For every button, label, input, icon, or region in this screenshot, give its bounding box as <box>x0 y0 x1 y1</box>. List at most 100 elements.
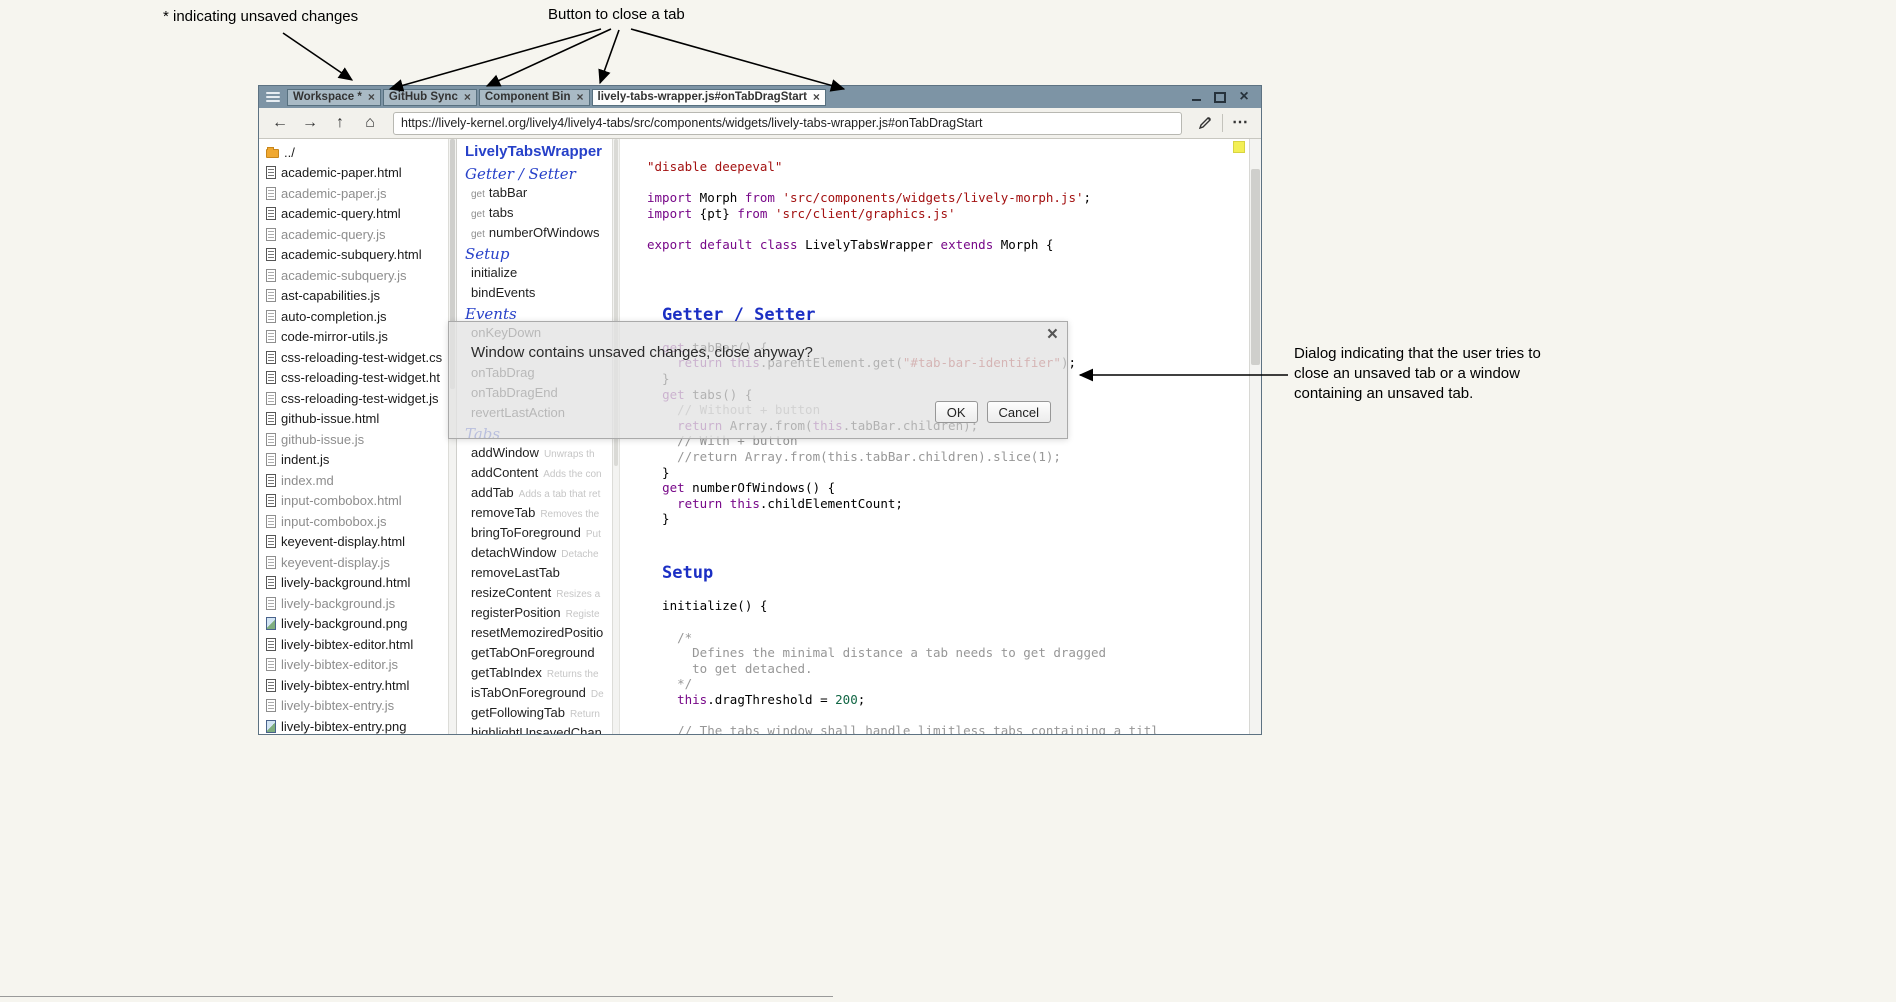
outline-method[interactable]: isTabOnForegroundDe <box>465 685 612 705</box>
file-item[interactable]: ast-capabilities.js <box>259 286 448 307</box>
file-item[interactable]: keyevent-display.html <box>259 532 448 553</box>
method-name: getTabIndex <box>471 665 542 680</box>
edit-icon[interactable] <box>1192 116 1218 130</box>
js-file-icon <box>266 187 276 200</box>
file-item[interactable]: index.md <box>259 470 448 491</box>
outline-section[interactable]: Getter / Setter <box>465 165 612 185</box>
tab-close-icon[interactable]: × <box>576 91 583 103</box>
file-item[interactable]: code-mirror-utils.js <box>259 327 448 348</box>
file-item[interactable]: ../ <box>259 142 448 163</box>
outline-method[interactable]: resizeContentResizes a <box>465 585 612 605</box>
outline-method[interactable]: resetMemoziredPositio <box>465 625 612 645</box>
js-file-icon <box>266 556 276 569</box>
js-file-icon <box>266 330 276 343</box>
outline-method[interactable]: highlightUnsavedChan <box>465 725 612 734</box>
html-file-icon <box>266 679 276 692</box>
tab-workspace[interactable]: Workspace *× <box>287 89 381 106</box>
file-item[interactable]: lively-bibtex-entry.html <box>259 675 448 696</box>
outline-method[interactable]: registerPositionRegiste <box>465 605 612 625</box>
file-item[interactable]: github-issue.js <box>259 429 448 450</box>
file-item[interactable]: css-reloading-test-widget.ht <box>259 368 448 389</box>
outline-method[interactable]: gettabs <box>465 205 612 225</box>
file-item[interactable]: css-reloading-test-widget.cs <box>259 347 448 368</box>
outline-method[interactable]: detachWindowDetache <box>465 545 612 565</box>
file-name: lively-bibtex-entry.html <box>281 678 409 693</box>
file-item[interactable]: academic-subquery.html <box>259 245 448 266</box>
file-name: code-mirror-utils.js <box>281 329 388 344</box>
file-name: lively-background.png <box>281 616 407 631</box>
outline-method[interactable]: removeLastTab <box>465 565 612 585</box>
tab-close-icon[interactable]: × <box>464 91 471 103</box>
file-item[interactable]: input-combobox.html <box>259 491 448 512</box>
file-item[interactable]: lively-background.js <box>259 593 448 614</box>
file-item[interactable]: indent.js <box>259 450 448 471</box>
outline-method[interactable]: bindEvents <box>465 285 612 305</box>
ok-button[interactable]: OK <box>935 401 978 423</box>
file-item[interactable]: lively-background.png <box>259 614 448 635</box>
tab-github-sync[interactable]: GitHub Sync× <box>383 89 477 106</box>
file-item[interactable]: keyevent-display.js <box>259 552 448 573</box>
url-input[interactable] <box>393 112 1182 135</box>
window-close-button[interactable]: × <box>1237 90 1251 104</box>
file-item[interactable]: academic-subquery.js <box>259 265 448 286</box>
arrow-close-tab-3 <box>600 30 619 83</box>
file-item[interactable]: lively-bibtex-editor.js <box>259 655 448 676</box>
code-line <box>647 221 1249 237</box>
method-name: resetMemoziredPositio <box>471 625 603 640</box>
file-item[interactable]: input-combobox.js <box>259 511 448 532</box>
home-icon[interactable]: ⌂ <box>357 115 383 131</box>
scrollbar-thumb[interactable] <box>1251 169 1260 365</box>
arrow-close-tab-2 <box>487 29 611 86</box>
html-file-icon <box>266 535 276 548</box>
minimize-button[interactable] <box>1189 90 1203 104</box>
more-icon[interactable]: ⋯ <box>1227 115 1253 131</box>
outline-method[interactable]: getTabIndexReturns the <box>465 665 612 685</box>
tab-component-bin[interactable]: Component Bin× <box>479 89 590 106</box>
file-item[interactable]: academic-query.js <box>259 224 448 245</box>
forward-icon[interactable]: → <box>297 115 323 131</box>
js-file-icon <box>266 699 276 712</box>
up-icon[interactable]: ↑ <box>327 115 353 131</box>
file-name: ../ <box>284 145 295 160</box>
file-item[interactable]: github-issue.html <box>259 409 448 430</box>
outline-method[interactable]: addTabAdds a tab that ret <box>465 485 612 505</box>
file-item[interactable]: auto-completion.js <box>259 306 448 327</box>
file-name: academic-query.html <box>281 206 401 221</box>
getter-prefix: get <box>471 189 485 200</box>
file-item[interactable]: academic-query.html <box>259 204 448 225</box>
outline-method[interactable]: addWindowUnwraps th <box>465 445 612 465</box>
dialog-close-icon[interactable]: × <box>1047 325 1058 344</box>
method-name: tabs <box>489 205 514 220</box>
outline-method[interactable]: initialize <box>465 265 612 285</box>
unsaved-changes-dialog: × Window contains unsaved changes, close… <box>448 321 1068 439</box>
cancel-button[interactable]: Cancel <box>987 401 1051 423</box>
outline-method[interactable]: addContentAdds the con <box>465 465 612 485</box>
file-item[interactable]: lively-background.html <box>259 573 448 594</box>
outline-method[interactable]: getFollowingTabReturn <box>465 705 612 725</box>
tab-close-icon[interactable]: × <box>368 91 375 103</box>
file-name: lively-background.js <box>281 596 395 611</box>
code-scrollbar[interactable] <box>1249 139 1261 734</box>
maximize-button[interactable] <box>1213 90 1227 104</box>
outline-method[interactable]: getTabOnForeground <box>465 645 612 665</box>
window-titlebar[interactable]: Workspace *×GitHub Sync×Component Bin×li… <box>259 86 1261 108</box>
code-line: */ <box>647 676 1249 692</box>
outline-section[interactable]: Setup <box>465 245 612 265</box>
file-item[interactable]: academic-paper.html <box>259 163 448 184</box>
outline-method[interactable]: gettabBar <box>465 185 612 205</box>
outline-method[interactable]: getnumberOfWindows <box>465 225 612 245</box>
file-item[interactable]: academic-paper.js <box>259 183 448 204</box>
file-item[interactable]: css-reloading-test-widget.js <box>259 388 448 409</box>
file-item[interactable]: lively-bibtex-entry.png <box>259 716 448 734</box>
file-item[interactable]: lively-bibtex-editor.html <box>259 634 448 655</box>
outline-method[interactable]: removeTabRemoves the <box>465 505 612 525</box>
back-icon[interactable]: ← <box>267 115 293 131</box>
js-file-icon <box>266 228 276 241</box>
menu-icon[interactable] <box>266 92 280 102</box>
tab-close-icon[interactable]: × <box>813 91 820 103</box>
toolbar-divider <box>1222 114 1223 132</box>
outline-method[interactable]: bringToForegroundPut <box>465 525 612 545</box>
tab-lively-tabs-wrapper-js-ontabdragstart[interactable]: lively-tabs-wrapper.js#onTabDragStart× <box>592 89 826 106</box>
file-item[interactable]: lively-bibtex-entry.js <box>259 696 448 717</box>
file-name: auto-completion.js <box>281 309 387 324</box>
